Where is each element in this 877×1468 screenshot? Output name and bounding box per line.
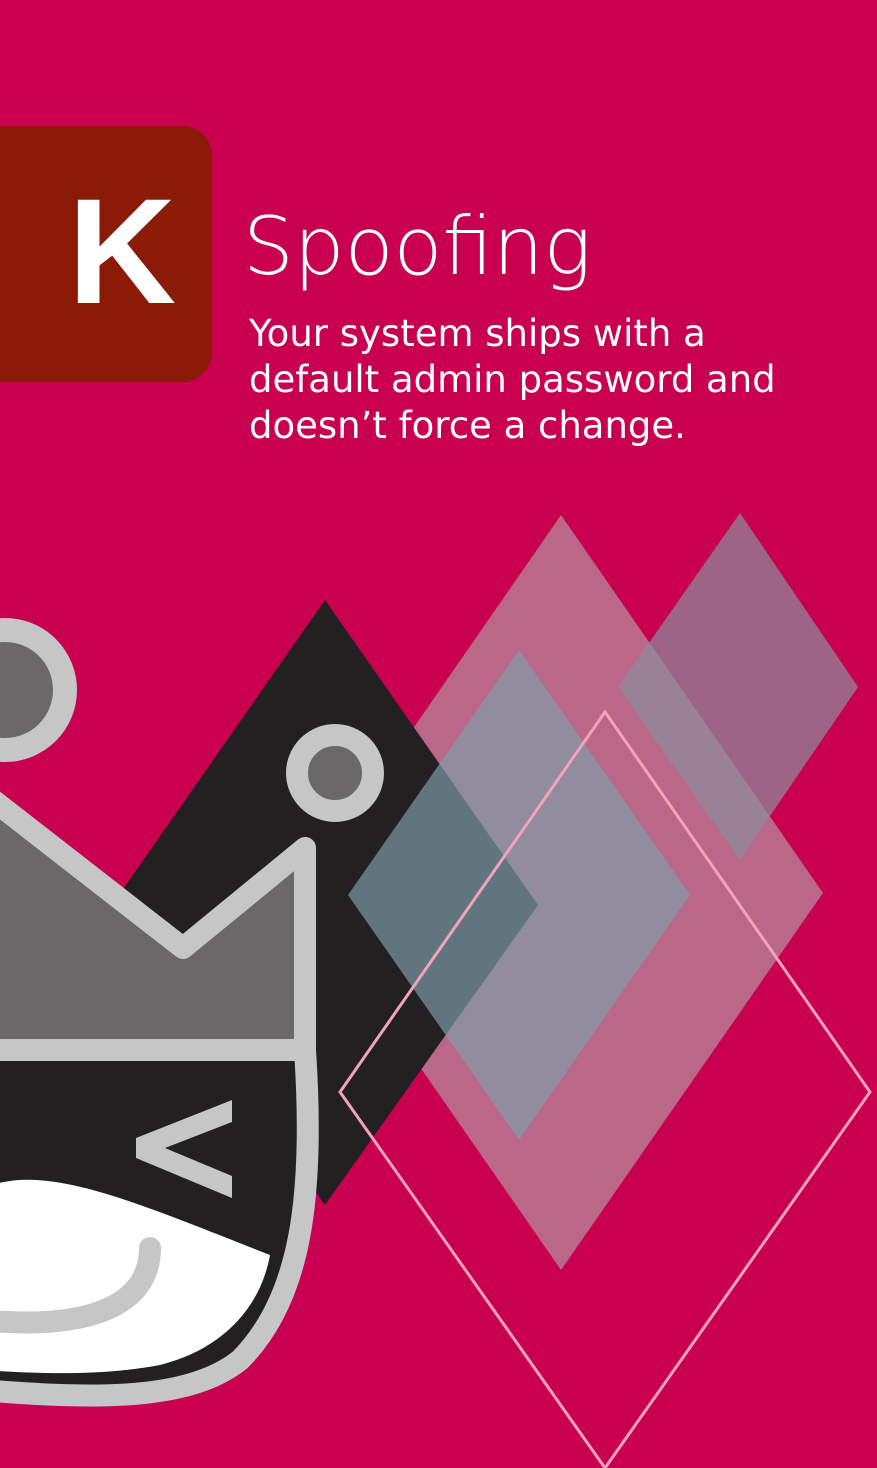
threat-card: K Spoofing Your system ships with a defa… <box>0 0 877 1468</box>
card-rank: K <box>67 167 177 335</box>
suit-title: Spoofing <box>243 200 592 293</box>
threat-description: Your system ships with a default admin p… <box>249 312 776 447</box>
mascot-eye <box>286 724 384 822</box>
mascot-ear <box>0 618 77 762</box>
